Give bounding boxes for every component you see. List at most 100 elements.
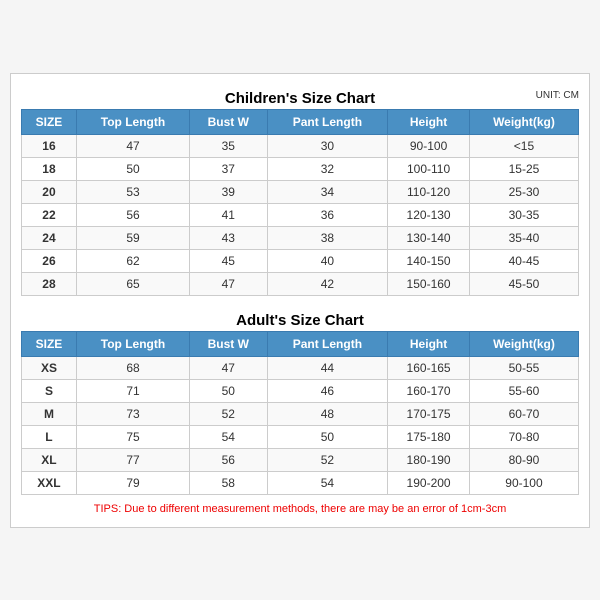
table-cell: 47 [76,134,189,157]
table-cell: 18 [22,157,77,180]
table-row: 1647353090-100<15 [22,134,579,157]
table-cell: 79 [76,471,189,494]
table-cell: 22 [22,203,77,226]
table-row: 18503732100-11015-25 [22,157,579,180]
table-cell: 52 [190,402,268,425]
col-bust-w-header: Bust W [190,109,268,134]
adult-col-bust-w-header: Bust W [190,331,268,356]
table-cell: 44 [267,356,388,379]
table-row: S715046160-17055-60 [22,379,579,402]
table-cell: 25-30 [469,180,578,203]
col-pant-length-header: Pant Length [267,109,388,134]
table-cell: 40-45 [469,249,578,272]
adult-col-height-header: Height [388,331,470,356]
table-cell: 58 [190,471,268,494]
table-cell: L [22,425,77,448]
table-cell: 46 [267,379,388,402]
table-cell: 190-200 [388,471,470,494]
table-cell: 50 [190,379,268,402]
children-size-table: SIZE Top Length Bust W Pant Length Heigh… [21,109,579,296]
table-cell: 35 [190,134,268,157]
table-cell: 70-80 [469,425,578,448]
table-row: XS684744160-16550-55 [22,356,579,379]
table-cell: 32 [267,157,388,180]
table-cell: XL [22,448,77,471]
table-cell: 75 [76,425,189,448]
table-cell: XS [22,356,77,379]
table-cell: 41 [190,203,268,226]
children-header-row: SIZE Top Length Bust W Pant Length Heigh… [22,109,579,134]
col-top-length-header: Top Length [76,109,189,134]
adult-title-text: Adult's Size Chart [236,312,364,329]
col-size-header: SIZE [22,109,77,134]
adult-size-table: SIZE Top Length Bust W Pant Length Heigh… [21,331,579,495]
table-cell: 34 [267,180,388,203]
adult-header-row: SIZE Top Length Bust W Pant Length Heigh… [22,331,579,356]
table-cell: 180-190 [388,448,470,471]
table-cell: 54 [267,471,388,494]
table-cell: 47 [190,272,268,295]
table-cell: 56 [190,448,268,471]
table-cell: 90-100 [388,134,470,157]
table-cell: 170-175 [388,402,470,425]
table-cell: 110-120 [388,180,470,203]
adult-col-pant-length-header: Pant Length [267,331,388,356]
unit-label: UNIT: CM [536,90,579,101]
table-cell: 68 [76,356,189,379]
table-cell: 42 [267,272,388,295]
table-cell: 40 [267,249,388,272]
table-cell: 45 [190,249,268,272]
children-title-text: Children's Size Chart [225,90,375,107]
table-cell: 77 [76,448,189,471]
table-cell: 80-90 [469,448,578,471]
table-cell: 90-100 [469,471,578,494]
table-cell: 55-60 [469,379,578,402]
table-row: L755450175-18070-80 [22,425,579,448]
table-cell: 38 [267,226,388,249]
table-cell: 60-70 [469,402,578,425]
size-chart-container: Children's Size Chart UNIT: CM SIZE Top … [10,73,590,528]
table-row: 26624540140-15040-45 [22,249,579,272]
table-cell: 50-55 [469,356,578,379]
table-cell: 39 [190,180,268,203]
adult-col-weight-header: Weight(kg) [469,331,578,356]
table-cell: 54 [190,425,268,448]
table-cell: 48 [267,402,388,425]
table-cell: 37 [190,157,268,180]
table-cell: 100-110 [388,157,470,180]
table-cell: 45-50 [469,272,578,295]
table-cell: 160-170 [388,379,470,402]
table-cell: 20 [22,180,77,203]
table-cell: 52 [267,448,388,471]
table-cell: 160-165 [388,356,470,379]
table-cell: 71 [76,379,189,402]
table-cell: 130-140 [388,226,470,249]
table-cell: 65 [76,272,189,295]
adult-col-size-header: SIZE [22,331,77,356]
table-cell: <15 [469,134,578,157]
table-row: 28654742150-16045-50 [22,272,579,295]
table-row: 20533934110-12025-30 [22,180,579,203]
table-cell: 56 [76,203,189,226]
table-cell: 36 [267,203,388,226]
children-section-title: Children's Size Chart UNIT: CM [21,84,579,109]
tips-text: TIPS: Due to different measurement metho… [21,499,579,517]
table-cell: 50 [76,157,189,180]
table-cell: 24 [22,226,77,249]
table-cell: 53 [76,180,189,203]
table-row: 22564136120-13030-35 [22,203,579,226]
table-cell: S [22,379,77,402]
table-cell: 30 [267,134,388,157]
adult-col-top-length-header: Top Length [76,331,189,356]
col-height-header: Height [388,109,470,134]
table-cell: 140-150 [388,249,470,272]
table-cell: 15-25 [469,157,578,180]
table-row: 24594338130-14035-40 [22,226,579,249]
adult-section-title: Adult's Size Chart [21,306,579,331]
table-cell: 26 [22,249,77,272]
table-cell: 73 [76,402,189,425]
table-cell: 59 [76,226,189,249]
table-cell: 30-35 [469,203,578,226]
table-cell: 120-130 [388,203,470,226]
table-row: XXL795854190-20090-100 [22,471,579,494]
